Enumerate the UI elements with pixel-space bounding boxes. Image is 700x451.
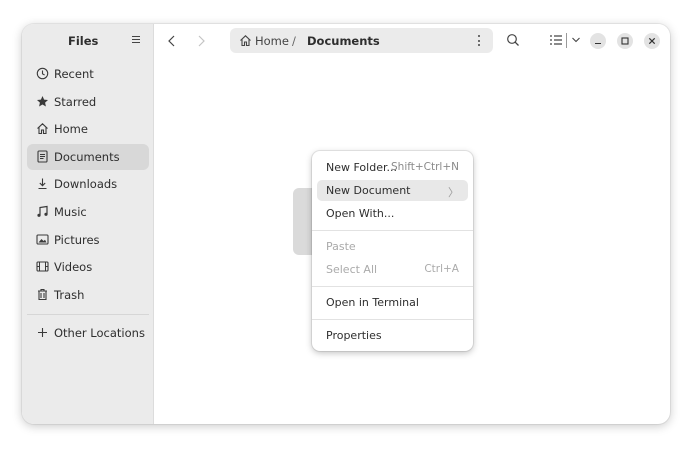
sidebar: Files Recent Starred Home Documents Down… — [22, 24, 154, 424]
menu-item-properties[interactable]: Properties — [317, 325, 468, 346]
sidebar-item-documents[interactable]: Documents — [27, 143, 149, 170]
sidebar-places: Recent Starred Home Documents Downloads … — [27, 61, 149, 309]
menu-item-open-with[interactable]: Open With... — [317, 203, 468, 224]
menu-item-label: Open With... — [326, 207, 395, 220]
star-icon — [36, 95, 49, 108]
video-icon — [36, 260, 49, 273]
trash-icon — [36, 288, 49, 301]
clock-icon — [36, 67, 49, 80]
download-icon — [36, 177, 49, 190]
search-icon — [507, 34, 519, 46]
menu-item-label: New Document — [326, 184, 411, 197]
document-icon — [36, 150, 49, 163]
sidebar-item-home[interactable]: Home — [27, 116, 149, 142]
menu-item-label: New Folder... — [326, 161, 397, 174]
minimize-icon — [595, 42, 601, 45]
sidebar-item-starred[interactable]: Starred — [27, 89, 149, 115]
search-button[interactable] — [506, 33, 520, 47]
close-icon — [648, 37, 656, 45]
menu-item-label: Open in Terminal — [326, 296, 419, 309]
menu-item-shortcut: Ctrl+A — [424, 263, 459, 275]
view-divider — [566, 33, 567, 48]
chevron-right-icon — [198, 35, 205, 47]
sidebar-item-downloads[interactable]: Downloads — [27, 171, 149, 197]
music-icon — [36, 205, 49, 218]
context-menu: New Folder... Shift+Ctrl+N New Document … — [312, 151, 473, 351]
path-segment-home[interactable]: Home — [255, 34, 289, 48]
picture-icon — [36, 233, 49, 246]
sidebar-item-recent[interactable]: Recent — [27, 61, 149, 87]
files-window: Files Recent Starred Home Documents Down… — [22, 24, 670, 424]
sidebar-item-trash[interactable]: Trash — [27, 282, 149, 308]
menu-item-open-in-terminal[interactable]: Open in Terminal — [317, 292, 468, 313]
sidebar-header: Files — [22, 24, 153, 58]
forward-button[interactable] — [193, 33, 209, 49]
chevron-down-icon — [572, 37, 580, 43]
close-button[interactable] — [644, 33, 660, 49]
submenu-arrow-icon: 〉 — [448, 186, 459, 199]
menu-separator — [312, 286, 473, 287]
sidebar-item-label: Downloads — [54, 177, 118, 192]
menu-item-shortcut: Shift+Ctrl+N — [391, 161, 459, 173]
sidebar-item-label: Documents — [54, 149, 120, 164]
chevron-left-icon — [168, 35, 175, 47]
sidebar-item-label: Trash — [54, 287, 85, 302]
list-view-icon — [550, 35, 562, 45]
sidebar-item-label: Other Locations — [54, 326, 145, 340]
sidebar-item-videos[interactable]: Videos — [27, 254, 149, 280]
sidebar-item-label: Home — [54, 122, 88, 137]
back-button[interactable] — [164, 33, 180, 49]
plus-icon — [36, 326, 49, 339]
view-options-button[interactable] — [571, 34, 581, 46]
menu-item-label: Properties — [326, 329, 382, 342]
sidebar-divider — [27, 314, 149, 315]
app-title: Files — [68, 34, 99, 48]
location-pathbar[interactable]: Home / Documents — [230, 28, 493, 53]
sidebar-item-pictures[interactable]: Pictures — [27, 227, 149, 253]
minimize-button[interactable] — [590, 33, 606, 49]
sidebar-item-label: Pictures — [54, 232, 100, 247]
sidebar-item-music[interactable]: Music — [27, 199, 149, 225]
main-menu-button[interactable] — [129, 32, 145, 48]
sidebar-item-other-locations[interactable]: Other Locations — [27, 320, 149, 346]
menu-item-new-document[interactable]: New Document 〉 — [317, 180, 468, 201]
menu-item-new-folder[interactable]: New Folder... Shift+Ctrl+N — [317, 157, 468, 178]
maximize-icon — [621, 37, 629, 45]
path-segment-current[interactable]: Documents — [307, 34, 380, 48]
menu-separator — [312, 230, 473, 231]
sidebar-item-label: Recent — [54, 67, 94, 81]
home-icon — [239, 34, 252, 47]
menu-item-select-all[interactable]: Select All Ctrl+A — [317, 259, 468, 280]
home-icon — [36, 122, 49, 135]
menu-item-label: Paste — [326, 240, 356, 253]
menu-separator — [312, 319, 473, 320]
menu-item-label: Select All — [326, 263, 378, 276]
list-view-button[interactable] — [549, 33, 563, 47]
sidebar-item-label: Music — [54, 204, 87, 219]
sidebar-item-label: Videos — [54, 260, 93, 275]
maximize-button[interactable] — [617, 33, 633, 49]
menu-item-paste[interactable]: Paste — [317, 236, 468, 257]
sidebar-item-label: Starred — [54, 94, 97, 109]
path-menu-icon[interactable] — [476, 35, 482, 46]
header-bar: Home / Documents — [154, 24, 670, 58]
path-separator: / — [292, 34, 296, 48]
